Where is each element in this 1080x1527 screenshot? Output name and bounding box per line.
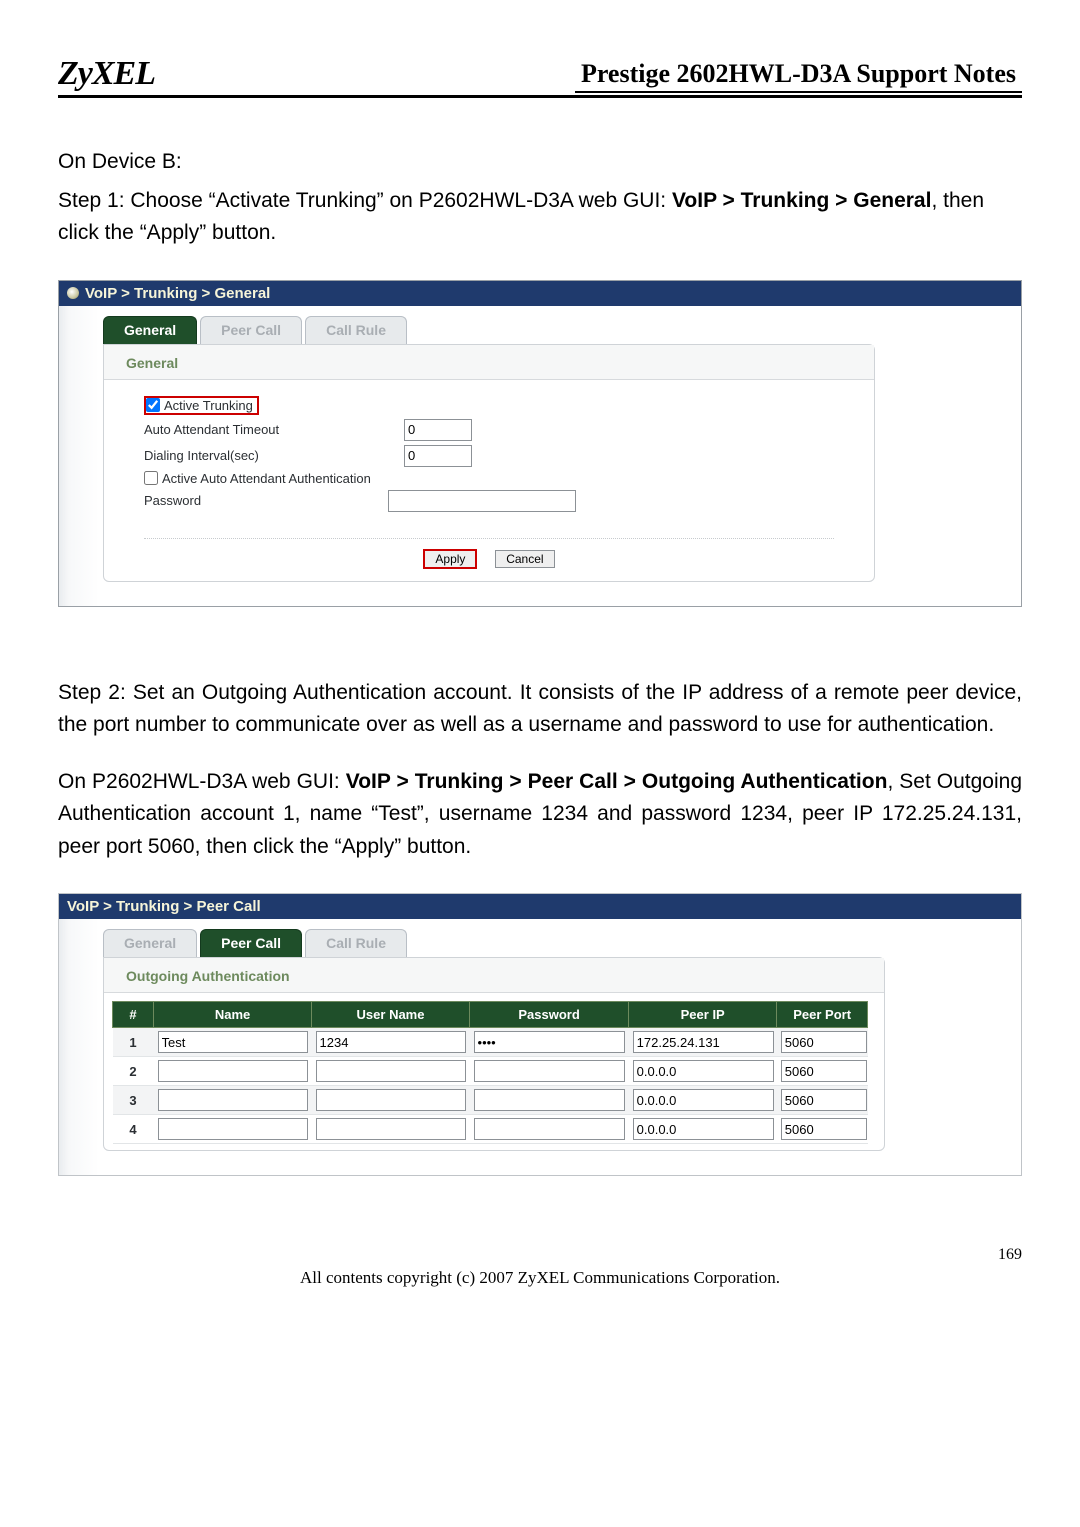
name-input[interactable] [158,1118,308,1140]
row-index: 2 [113,1057,154,1086]
auto-attendant-timeout-label: Auto Attendant Timeout [144,422,404,437]
apply-button[interactable]: Apply [423,549,477,569]
copyright: All contents copyright (c) 2007 ZyXEL Co… [58,1268,1022,1288]
active-auth-checkbox[interactable] [144,471,158,485]
peer-port-input[interactable] [781,1118,868,1140]
password-input[interactable] [474,1031,626,1053]
username-input[interactable] [316,1118,466,1140]
row-index: 3 [113,1086,154,1115]
password-input[interactable] [474,1118,626,1140]
tab-peer-call[interactable]: Peer Call [200,316,302,344]
tab-general[interactable]: General [103,316,197,344]
name-input[interactable] [158,1031,308,1053]
page-title: Prestige 2602HWL-D3A Support Notes [575,59,1022,93]
highlight-active-trunking: Active Trunking [144,396,259,415]
active-trunking-label: Active Trunking [164,398,253,413]
dialing-interval-label: Dialing Interval(sec) [144,448,404,463]
tab-call-rule[interactable]: Call Rule [305,929,407,957]
col-ip: Peer IP [629,1002,777,1028]
row-index: 1 [113,1028,154,1057]
name-input[interactable] [158,1060,308,1082]
row-index: 4 [113,1115,154,1144]
table-row: 4 [113,1115,868,1144]
tab-general[interactable]: General [103,929,197,957]
auto-attendant-timeout-input[interactable] [404,419,472,441]
peer-ip-input[interactable] [633,1089,774,1111]
p2-pre: On P2602HWL-D3A web GUI: [58,770,346,793]
active-auth-label: Active Auto Attendant Authentication [162,471,371,486]
password-input[interactable] [388,490,576,512]
page-number: 169 [58,1246,1022,1264]
section-general: General [104,345,874,380]
tab-call-rule[interactable]: Call Rule [305,316,407,344]
breadcrumb-icon [67,287,79,299]
section-outgoing-auth: Outgoing Authentication [104,958,884,993]
active-trunking-checkbox[interactable] [146,398,160,412]
table-row: 1 [113,1028,868,1057]
password-input[interactable] [474,1089,626,1111]
password-input[interactable] [474,1060,626,1082]
peer-ip-input[interactable] [633,1031,774,1053]
dialing-interval-input[interactable] [404,445,472,467]
password-label: Password [144,493,388,508]
table-row: 3 [113,1086,868,1115]
screenshot-general: VoIP > Trunking > General General Peer C… [58,280,1022,607]
step-2: Step 2: Set an Outgoing Authentication a… [58,677,1022,742]
screenshot-peer-call: VoIP > Trunking > Peer Call General Peer… [58,893,1022,1176]
username-input[interactable] [316,1089,466,1111]
brand-logo: ZyXEL [58,55,155,93]
tab-peer-call[interactable]: Peer Call [200,929,302,957]
col-port: Peer Port [777,1002,868,1028]
cancel-button[interactable]: Cancel [495,550,554,568]
step-2b: On P2602HWL-D3A web GUI: VoIP > Trunking… [58,766,1022,864]
username-input[interactable] [316,1031,466,1053]
peer-port-input[interactable] [781,1089,868,1111]
intro-device: On Device B: [58,146,1022,179]
col-user: User Name [312,1002,470,1028]
table-row: 2 [113,1057,868,1086]
step1-path: VoIP > Trunking > General [672,189,931,212]
name-input[interactable] [158,1089,308,1111]
col-name: Name [154,1002,312,1028]
breadcrumb: VoIP > Trunking > Peer Call [67,898,261,915]
peer-ip-input[interactable] [633,1060,774,1082]
p2-path: VoIP > Trunking > Peer Call > Outgoing A… [346,770,888,793]
col-idx: # [113,1002,154,1028]
peer-ip-input[interactable] [633,1118,774,1140]
peer-port-input[interactable] [781,1060,868,1082]
username-input[interactable] [316,1060,466,1082]
peer-port-input[interactable] [781,1031,868,1053]
breadcrumb: VoIP > Trunking > General [85,285,270,302]
step1-pre: Step 1: Choose “Activate Trunking” on P2… [58,189,672,212]
outgoing-auth-table: # Name User Name Password Peer IP Peer P… [112,1001,868,1144]
step-1: Step 1: Choose “Activate Trunking” on P2… [58,185,1022,250]
col-pass: Password [470,1002,629,1028]
